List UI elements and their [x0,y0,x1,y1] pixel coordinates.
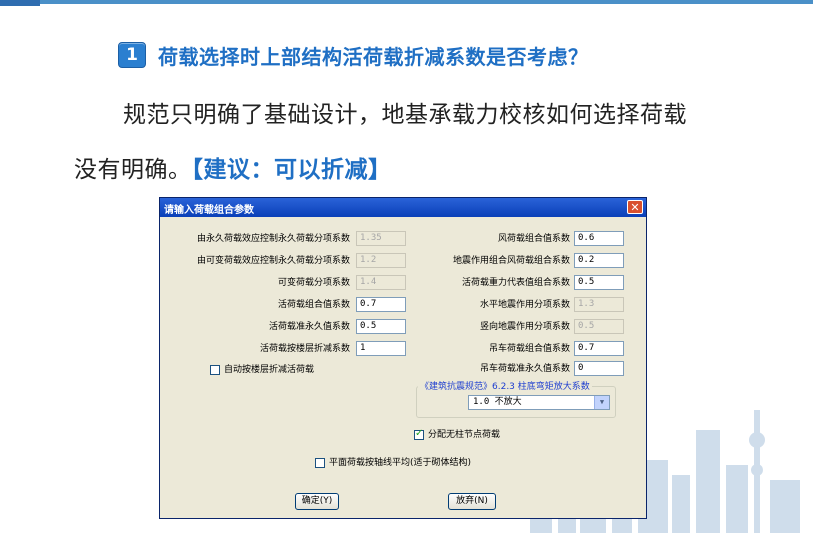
auto-floor-reduction-checkbox[interactable] [210,365,220,375]
label-wind-load-combination-factor: 风荷载组合值系数 [497,234,570,244]
ok-button[interactable]: 确定(Y) [295,493,339,510]
label-live-load-quasi-permanent-factor: 活荷载准永久值系数 [268,322,350,332]
column-moment-group-label: 《建筑抗震规范》6.2.3 柱底弯矩放大系数 [418,379,592,392]
label-live-load-gravity-factor: 活荷载重力代表值组合系数 [461,278,570,288]
top-accent-bar [0,0,813,4]
wind-load-combination-factor-field[interactable]: 0.6 [574,231,624,246]
close-icon[interactable]: ✕ [627,200,643,214]
live-load-quasi-permanent-factor-field[interactable]: 0.5 [356,319,406,334]
vertical-seismic-factor-field[interactable]: 0.5 [574,319,624,334]
label-variable-load-factor: 可变荷载分项系数 [277,278,350,288]
number-badge: 1 [118,42,146,68]
slide-heading: 1 荷载选择时上部结构活荷载折减系数是否考虑？ [118,40,589,70]
cancel-button[interactable]: 放弃(N) [448,493,496,510]
column-moment-amplification-select[interactable]: 1.0 不放大 ▼ [468,395,610,410]
variable-load-factor-field[interactable]: 1.4 [356,275,406,290]
label-seismic-wind-combination-factor: 地震作用组合风荷载组合系数 [452,256,570,266]
label-live-load-combination-factor: 活荷载组合值系数 [277,300,350,310]
label-vertical-seismic-factor: 竖向地震作用分项系数 [479,322,570,332]
chevron-down-icon[interactable]: ▼ [594,396,609,409]
live-load-gravity-factor-field[interactable]: 0.5 [574,275,624,290]
label-live-load-permanent-factor: 由可变荷载效应控制永久荷载分项系数 [196,256,350,266]
top-accent-bar-left [0,0,40,6]
label-dead-load-permanent-factor: 由永久荷载效应控制永久荷载分项系数 [196,234,350,244]
heading-text: 荷载选择时上部结构活荷载折减系数是否考虑？ [158,44,589,69]
live-load-floor-reduction-factor-field[interactable]: 1 [356,341,406,356]
distribute-node-load-checkbox[interactable] [414,428,424,440]
body-line-2-prefix: 没有明确。 [74,157,192,183]
body-line-2: 没有明确。【建议：可以折减】 [74,150,392,184]
seismic-wind-combination-factor-field[interactable]: 0.2 [574,253,624,268]
load-combination-dialog: 请输入荷载组合参数 ✕ 由永久荷载效应控制永久荷载分项系数 1.35 由可变荷载… [159,197,647,519]
select-value: 1.0 不放大 [473,397,522,407]
auto-floor-reduction-label: 自动按楼层折减活荷载 [224,365,315,375]
label-horizontal-seismic-factor: 水平地震作用分项系数 [479,300,570,310]
dead-load-permanent-factor-field[interactable]: 1.35 [356,231,406,246]
dialog-title: 请输入荷载组合参数 [164,205,254,216]
live-load-combination-factor-field[interactable]: 0.7 [356,297,406,312]
crane-load-combination-factor-field[interactable]: 0.7 [574,341,624,356]
crane-load-quasi-permanent-factor-field[interactable]: 0 [574,361,624,376]
label-crane-load-quasi-permanent-factor: 吊车荷载准永久值系数 [479,364,570,374]
dialog-titlebar[interactable]: 请输入荷载组合参数 ✕ [160,198,646,217]
plane-load-axis-average-label: 平面荷载按轴线平均(适于砌体结构) [329,458,472,468]
plane-load-axis-average-checkbox[interactable] [315,458,325,468]
suggestion-text: 【建议：可以折减】 [191,157,392,183]
live-load-permanent-factor-field[interactable]: 1.2 [356,253,406,268]
label-crane-load-combination-factor: 吊车荷载组合值系数 [488,344,570,354]
horizontal-seismic-factor-field[interactable]: 1.3 [574,297,624,312]
body-line-1: 规范只明确了基础设计，地基承载力校核如何选择荷载 [123,102,687,128]
distribute-node-load-label: 分配无柱节点荷载 [428,430,501,440]
label-live-load-floor-reduction-factor: 活荷载按楼层折减系数 [259,344,350,354]
